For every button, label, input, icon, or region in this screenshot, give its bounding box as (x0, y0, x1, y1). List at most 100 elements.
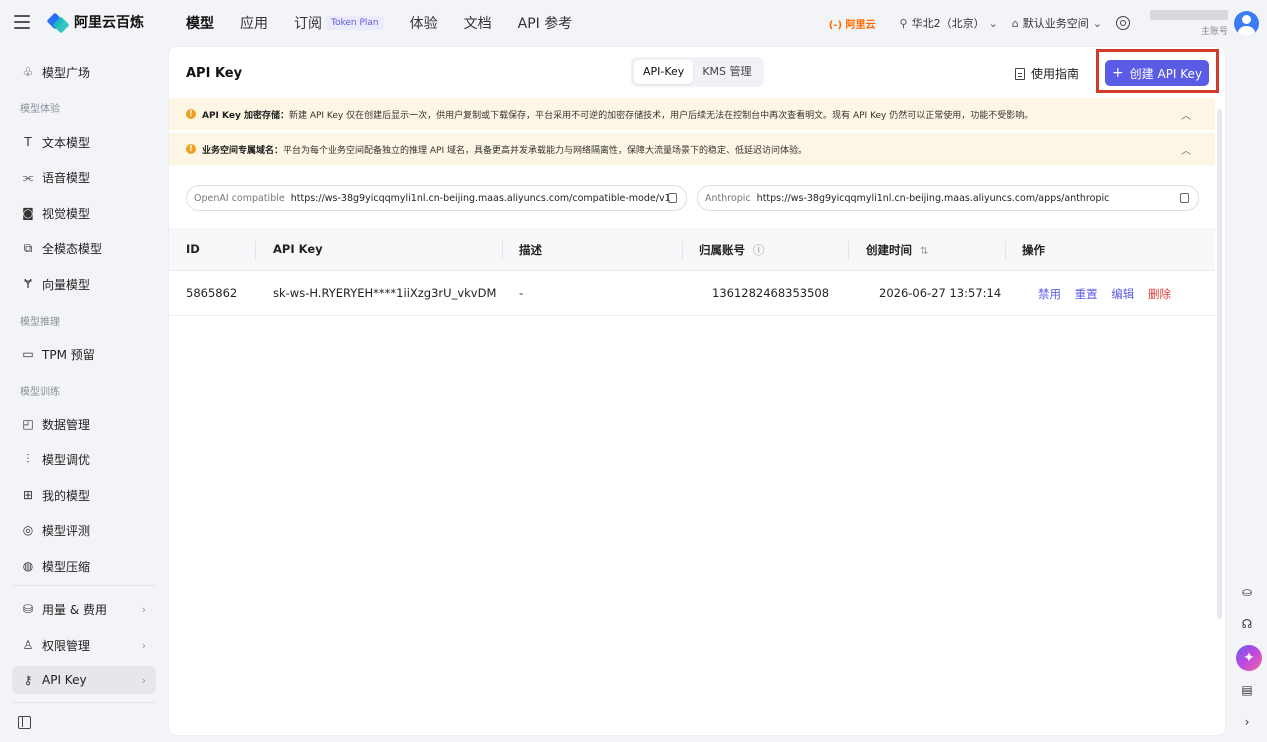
column-actions: 操作 (1022, 243, 1045, 257)
reset-button[interactable]: 重置 (1075, 287, 1098, 301)
omni-icon: ⧉ (23, 240, 33, 255)
nav-subscription[interactable]: 订阅 Token Plan (294, 13, 384, 33)
brand-logo[interactable]: 阿里云百炼 (46, 12, 144, 33)
document-icon[interactable]: ▤ (1239, 683, 1255, 699)
chevron-up-icon[interactable]: ︿ (1181, 107, 1191, 122)
cell-created: 2026-06-27 13:57:14 (879, 286, 1002, 300)
sidebar-item-label: API Key (42, 673, 87, 687)
endpoint-label: OpenAI compatible (194, 192, 285, 204)
nav-docs[interactable]: 文档 (464, 13, 492, 33)
location-icon: ⚲ (899, 16, 908, 30)
sidebar-item-data-mgmt[interactable]: ◰ 数据管理 (12, 410, 156, 438)
tab-kms[interactable]: KMS 管理 (693, 60, 760, 84)
sidebar-item-label: 数据管理 (42, 417, 91, 432)
sidebar-item-voice-model[interactable]: ⫘ 语音模型 (12, 163, 156, 191)
sidebar-item-text-model[interactable]: T 文本模型 (12, 128, 156, 156)
home-icon: ⌂ (1011, 16, 1019, 30)
sidebar-group-training: 模型训练 (20, 387, 60, 398)
sidebar-item-compression[interactable]: ◍ 模型压缩 (12, 552, 156, 580)
sidebar-item-permissions[interactable]: ♙ 权限管理 › (12, 631, 156, 659)
sidebar-item-vision-model[interactable]: ◙ 视觉模型 (12, 199, 156, 227)
copy-icon[interactable] (1180, 193, 1189, 203)
sort-icon[interactable]: ⇅ (920, 246, 928, 257)
notice-title: API Key 加密存储： (202, 110, 289, 121)
notice-workspace-domain: ! 业务空间专属域名： 平台为每个业务空间配备独立的推理 API 域名，具备更高… (169, 133, 1215, 165)
user-icon: ♙ (22, 638, 34, 652)
sidebar-group-inference: 模型推理 (20, 317, 60, 328)
sidebar-collapse-icon[interactable] (18, 716, 31, 729)
token-plan-badge: Token Plan (326, 16, 384, 30)
sidebar-item-label: 模型调优 (42, 452, 91, 467)
info-icon[interactable]: ⓘ (753, 243, 765, 257)
workspace-selector[interactable]: ⌂ 默认业务空间 ⌄ (1012, 15, 1102, 31)
usage-guide-link[interactable]: 使用指南 (1015, 65, 1079, 82)
nav-experience[interactable]: 体验 (410, 13, 438, 33)
sidebar-group-experience: 模型体验 (20, 104, 60, 115)
warning-icon: ! (186, 109, 196, 119)
sidebar-item-label: 全模态模型 (42, 241, 103, 256)
sidebar-item-label: 文本模型 (42, 135, 91, 150)
edit-button[interactable]: 编辑 (1111, 287, 1134, 301)
account-info[interactable]: 主账号 (1150, 9, 1228, 37)
column-description: 描述 (519, 243, 542, 257)
cell-actions: 禁用 重置 编辑 删除 (1038, 286, 1181, 302)
camera-icon: ◙ (22, 206, 34, 220)
sidebar-item-evaluation[interactable]: ◎ 模型评测 (12, 516, 156, 544)
copy-icon[interactable] (668, 193, 677, 203)
endpoint-anthropic: Anthropic https://ws-38g9yicqqmyli1nl.cn… (697, 185, 1199, 211)
top-bar: 阿里云百炼 模型 应用 订阅 Token Plan 体验 文档 API 参考 (… (0, 0, 1267, 46)
page-title: API Key (186, 66, 243, 81)
column-divider (682, 241, 683, 259)
headset-icon[interactable]: ☊ (1239, 617, 1255, 633)
reserve-icon: ▭ (22, 347, 34, 361)
tab-switch: API-Key KMS 管理 (631, 57, 764, 87)
region-selector[interactable]: ⚲ 华北2（北京） ⌄ (900, 15, 998, 31)
column-api-key: API Key (273, 242, 323, 256)
sidebar: ♧ 模型广场 模型体验 T 文本模型 ⫘ 语音模型 ◙ 视觉模型 ⧉ 全模态模型… (0, 46, 168, 742)
delete-button[interactable]: 删除 (1148, 287, 1171, 301)
avatar[interactable] (1234, 10, 1259, 36)
chevron-right-icon: › (141, 673, 146, 687)
disable-button[interactable]: 禁用 (1038, 287, 1061, 301)
sidebar-item-finetune[interactable]: ⫶ 模型调优 (12, 445, 156, 473)
create-api-key-button[interactable]: + 创建 API Key (1105, 60, 1209, 86)
vertical-scrollbar[interactable] (1217, 109, 1222, 619)
chevron-right-icon: › (141, 638, 146, 652)
sidebar-item-api-key[interactable]: ⚷ API Key › (12, 666, 156, 694)
column-account-label: 归属账号 (699, 243, 745, 257)
notice-encrypted-storage: ! API Key 加密存储： 新建 API Key 仅在创建后显示一次，供用户… (169, 98, 1215, 130)
menu-icon[interactable] (14, 15, 30, 29)
chevron-up-icon[interactable]: ︿ (1181, 142, 1191, 157)
sidebar-item-my-models[interactable]: ⊞ 我的模型 (12, 481, 156, 509)
sidebar-item-omni-model[interactable]: ⧉ 全模态模型 (12, 234, 156, 262)
grid-icon: ⊞ (22, 488, 34, 502)
sidebar-item-label: 模型广场 (42, 65, 91, 80)
workspace-label: 默认业务空间 (1022, 17, 1089, 30)
sidebar-item-model-square[interactable]: ♧ 模型广场 (12, 58, 156, 86)
sidebar-item-usage-cost[interactable]: ⛁ 用量 & 费用 › (12, 595, 156, 623)
settings-icon[interactable] (1116, 16, 1130, 30)
column-created[interactable]: 创建时间 ⇅ (866, 242, 928, 258)
document-icon (1015, 67, 1025, 80)
vector-icon: Ɏ (24, 277, 32, 291)
sidebar-item-label: 用量 & 费用 (42, 602, 107, 617)
chevron-right-icon[interactable]: › (1239, 715, 1255, 731)
ai-assistant-icon[interactable]: ✦ (1236, 645, 1262, 671)
endpoint-url: https://ws-38g9yicqqmyli1nl.cn-beijing.m… (756, 192, 1110, 204)
sidebar-item-label: 权限管理 (42, 638, 91, 653)
chart-icon: ◰ (22, 417, 34, 431)
briefcase-icon[interactable]: ⛀ (1239, 585, 1255, 601)
sidebar-item-tpm[interactable]: ▭ TPM 预留 (12, 340, 156, 368)
nav-api-reference[interactable]: API 参考 (518, 13, 573, 33)
aliyun-logo[interactable]: (-) 阿里云 (829, 16, 876, 31)
endpoint-url: https://ws-38g9yicqqmyli1nl.cn-beijing.m… (290, 192, 671, 204)
usage-guide-label: 使用指南 (1031, 67, 1080, 81)
region-label: 华北2（北京） (911, 17, 985, 30)
nav-models[interactable]: 模型 (186, 13, 214, 33)
nav-apps[interactable]: 应用 (240, 13, 268, 33)
cell-api-key: sk-ws-H.RYERYEH****1iiXzg3rU_vkvDM (273, 286, 497, 300)
sidebar-item-vector-model[interactable]: Ɏ 向量模型 (12, 270, 156, 298)
sidebar-divider (12, 702, 156, 703)
table-header: ID API Key 描述 归属账号 ⓘ 创建时间 ⇅ 操作 (169, 228, 1215, 271)
tab-api-key[interactable]: API-Key (634, 60, 694, 84)
